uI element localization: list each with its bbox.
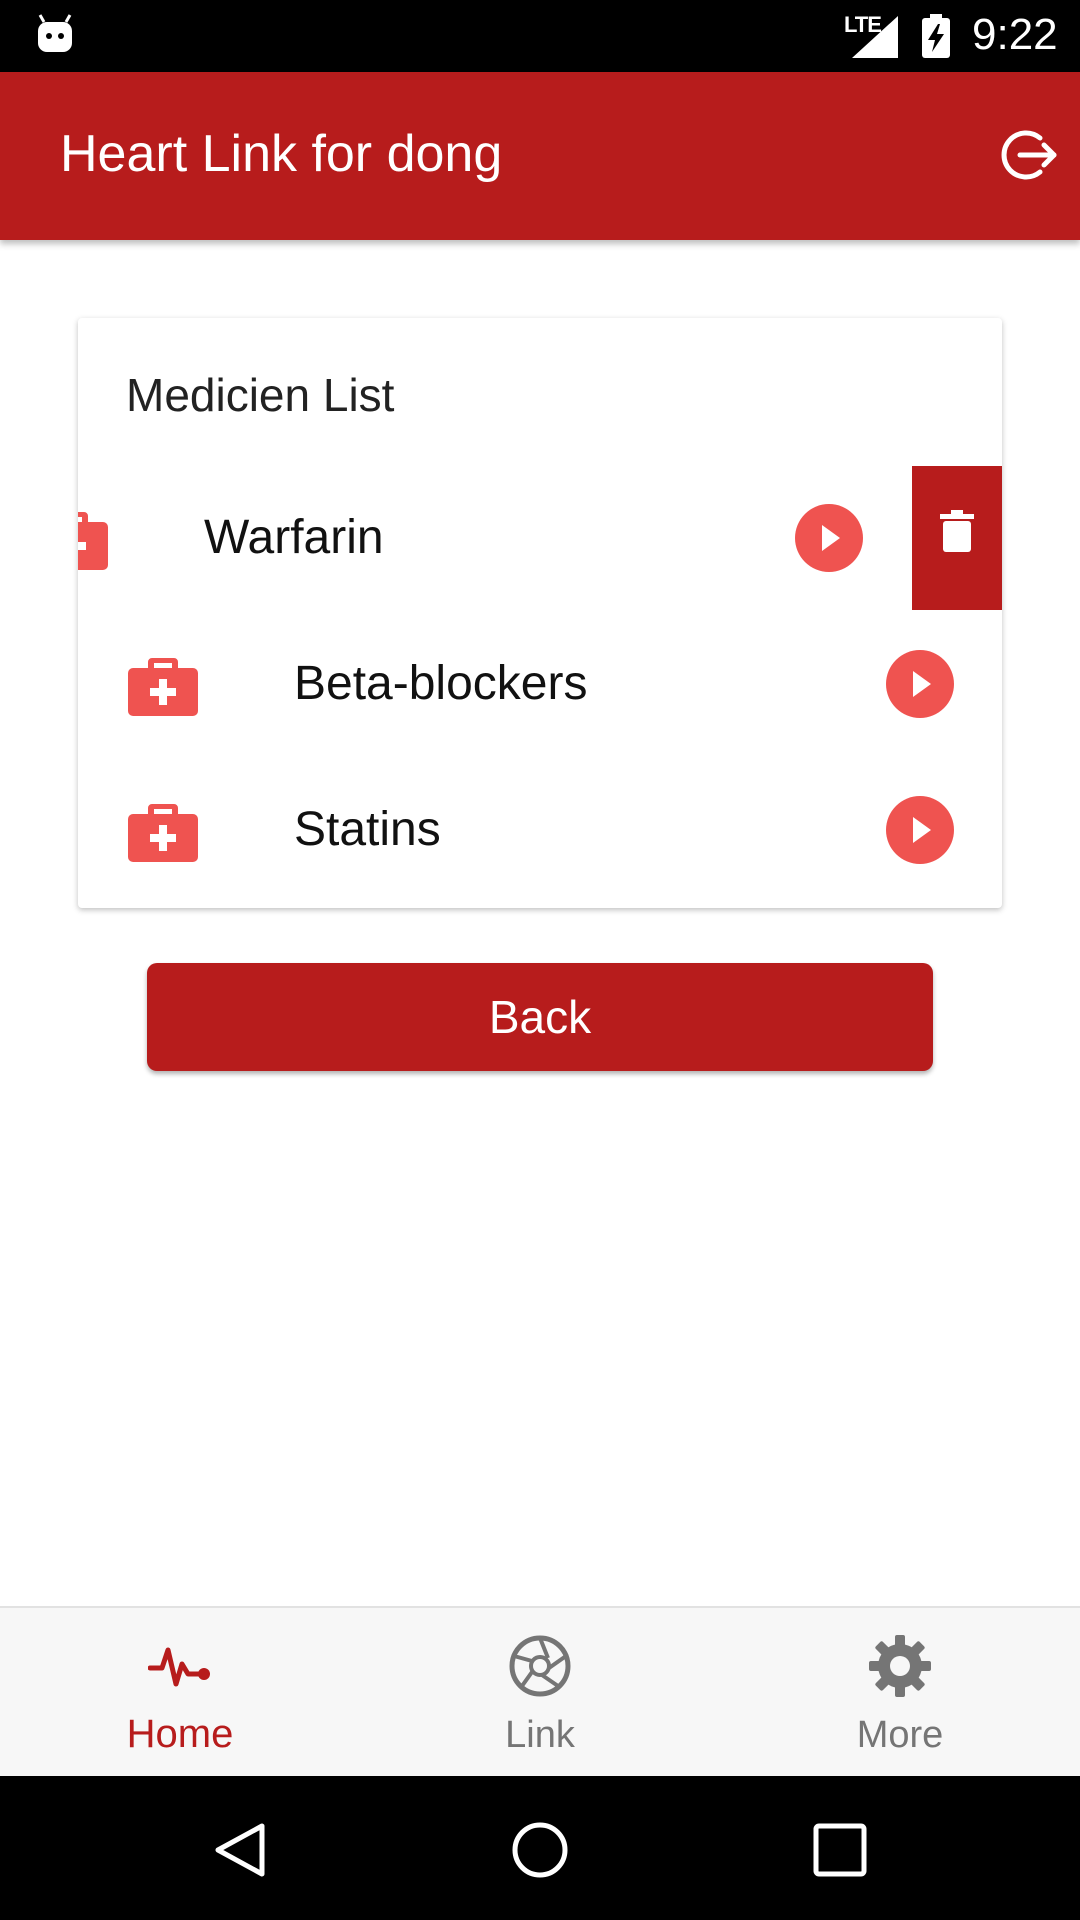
medical-kit-icon [128, 804, 198, 862]
bottom-navigation: Home Link More [0, 1606, 1080, 1776]
app-bar: Heart Link for dong [0, 72, 1080, 240]
status-bar: LTE 9:22 [0, 0, 1080, 72]
nav-label: More [856, 1714, 944, 1756]
nav-item-more[interactable]: More [720, 1608, 1080, 1778]
aperture-icon [509, 1635, 571, 1697]
nav-item-home[interactable]: Home [0, 1608, 360, 1778]
nav-label: Home [126, 1712, 234, 1756]
android-notification-icon [38, 14, 72, 52]
medicine-name: Beta-blockers [294, 657, 588, 710]
medicine-name: Statins [294, 803, 441, 856]
back-button[interactable]: Back [147, 963, 933, 1071]
heartbeat-icon [148, 1647, 210, 1687]
list-item-beta-blockers[interactable]: Beta-blockers [78, 612, 1002, 758]
status-time: 9:22 [972, 10, 1058, 59]
delete-button[interactable] [912, 466, 1002, 610]
card-title: Medicien List [126, 369, 395, 421]
logout-icon[interactable] [1000, 126, 1058, 184]
signal-icon [852, 16, 898, 58]
battery-charging-icon [922, 14, 950, 58]
page-title: Heart Link for dong [60, 125, 503, 183]
back-triangle-icon[interactable] [210, 1820, 270, 1880]
medicine-name: Warfarin [204, 511, 384, 564]
play-circle-icon[interactable] [795, 504, 863, 572]
medical-kit-icon [78, 512, 108, 570]
recent-apps-icon[interactable] [810, 1820, 870, 1880]
gear-icon [869, 1635, 931, 1697]
nav-item-link[interactable]: Link [360, 1608, 720, 1778]
play-circle-icon[interactable] [886, 796, 954, 864]
play-circle-icon[interactable] [886, 650, 954, 718]
nav-label: Link [505, 1714, 575, 1756]
list-item-statins[interactable]: Statins [78, 758, 1002, 904]
medicine-list-card: Medicien List Warfarin Beta-blockers Sta… [78, 318, 1002, 908]
medical-kit-icon [128, 658, 198, 716]
home-circle-icon[interactable] [510, 1820, 570, 1880]
system-navigation-bar [0, 1776, 1080, 1920]
trash-icon [940, 510, 974, 552]
list-item-warfarin[interactable]: Warfarin [78, 466, 1002, 612]
